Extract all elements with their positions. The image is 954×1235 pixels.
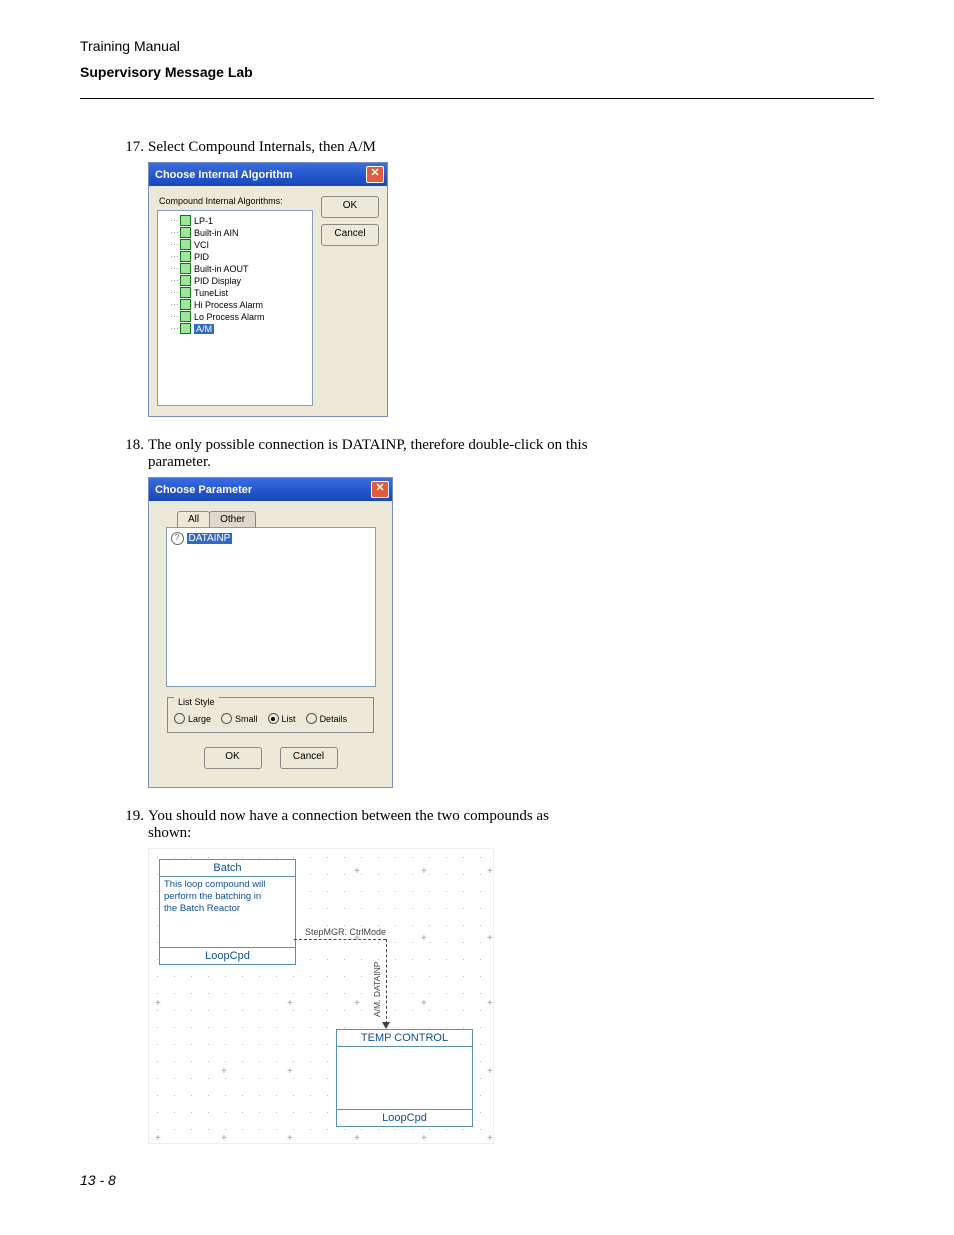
cross-mark: +	[421, 867, 427, 877]
tab-row: All Other	[177, 511, 382, 527]
list-item-datainp[interactable]: ? DATAINP	[171, 532, 371, 545]
header-small: Training Manual	[80, 38, 874, 54]
cross-mark: +	[221, 1134, 227, 1144]
cross-mark: +	[487, 1134, 493, 1144]
list-style-legend: List Style	[174, 697, 219, 707]
cross-mark: +	[487, 934, 493, 944]
cross-mark: +	[287, 999, 293, 1009]
close-icon[interactable]: ✕	[371, 481, 389, 498]
radio-large[interactable]: Large	[174, 713, 211, 724]
cross-mark: +	[354, 867, 360, 877]
cross-mark: +	[287, 1067, 293, 1077]
tree-item-builtin-aout[interactable]: ⋯Built-in AOUT	[170, 263, 310, 274]
tab-all[interactable]: All	[177, 511, 210, 527]
step-17-text: Select Compound Internals, then A/M	[148, 139, 588, 156]
page-number: 13 - 8	[80, 1172, 874, 1188]
cross-mark: +	[155, 1134, 161, 1144]
radio-small[interactable]: Small	[221, 713, 258, 724]
cross-mark: +	[221, 1067, 227, 1077]
ok-button[interactable]: OK	[321, 196, 379, 218]
folder-icon	[180, 311, 191, 322]
signal-label-datainp: A/M. DATAINP	[372, 962, 382, 1017]
tree-item-lp1[interactable]: ⋯LP-1	[170, 215, 310, 226]
signal-line-h	[294, 939, 386, 940]
choose-parameter-dialog: Choose Parameter ✕ All Other ? DATAINP L…	[148, 477, 393, 788]
choose-internal-algorithm-dialog: Choose Internal Algorithm ✕ Compound Int…	[148, 162, 388, 417]
arrow-down-icon	[382, 1022, 390, 1029]
close-icon[interactable]: ✕	[366, 166, 384, 183]
folder-icon	[180, 299, 191, 310]
cross-mark: +	[354, 999, 360, 1009]
batch-title: Batch	[160, 860, 295, 876]
folder-icon	[180, 227, 191, 238]
step-18-num: 18.	[116, 437, 148, 471]
ok-button[interactable]: OK	[204, 747, 262, 769]
list-style-group: List Style Large Small List Details	[167, 697, 374, 733]
figure-dialog2: Choose Parameter ✕ All Other ? DATAINP L…	[148, 477, 874, 788]
radio-list[interactable]: List	[268, 713, 296, 724]
compound-batch[interactable]: Batch This loop compound will perform th…	[159, 859, 296, 965]
dialog2-title: Choose Parameter	[155, 484, 252, 496]
folder-icon	[180, 239, 191, 250]
temp-title: TEMP CONTROL	[337, 1030, 472, 1046]
batch-loop: LoopCpd	[160, 947, 295, 964]
signal-label-ctrlmode: StepMGR. CtrlMode	[305, 927, 386, 937]
folder-icon	[180, 215, 191, 226]
folder-icon	[180, 323, 191, 334]
tree-item-pid-display[interactable]: ⋯PID Display	[170, 275, 310, 286]
step-19-num: 19.	[116, 808, 148, 842]
tab-other[interactable]: Other	[209, 511, 256, 527]
dialog1-titlebar: Choose Internal Algorithm ✕	[149, 163, 387, 186]
dialog1-title: Choose Internal Algorithm	[155, 169, 293, 181]
batch-desc: This loop compound will perform the batc…	[160, 877, 295, 917]
figure-dialog1: Choose Internal Algorithm ✕ Compound Int…	[148, 162, 874, 417]
tree-item-pid[interactable]: ⋯PID	[170, 251, 310, 262]
temp-loop: LoopCpd	[337, 1109, 472, 1126]
step-19: 19. You should now have a connection bet…	[116, 808, 874, 842]
tree-item-tunelist[interactable]: ⋯TuneList	[170, 287, 310, 298]
question-icon: ?	[171, 532, 184, 545]
step-19-text: You should now have a connection between…	[148, 808, 588, 842]
header-bold: Supervisory Message Lab	[80, 64, 874, 80]
cancel-button[interactable]: Cancel	[280, 747, 338, 769]
radio-details[interactable]: Details	[306, 713, 348, 724]
cross-mark: +	[421, 999, 427, 1009]
tree-item-builtin-ain[interactable]: ⋯Built-in AIN	[170, 227, 310, 238]
figure-diagram: + + + + + + + + + + + + + + + + + + + + …	[148, 848, 874, 1144]
cross-mark: +	[354, 1134, 360, 1144]
algorithm-tree[interactable]: ⋯LP-1 ⋯Built-in AIN ⋯VCI ⋯PID ⋯Built-in …	[157, 210, 313, 406]
cross-mark: +	[155, 999, 161, 1009]
cancel-button[interactable]: Cancel	[321, 224, 379, 246]
dialog2-titlebar: Choose Parameter ✕	[149, 478, 392, 501]
tree-title: Compound Internal Algorithms:	[157, 196, 313, 206]
step-17-num: 17.	[116, 139, 148, 156]
tree-item-vci[interactable]: ⋯VCI	[170, 239, 310, 250]
cross-mark: +	[421, 934, 427, 944]
cross-mark: +	[487, 867, 493, 877]
cross-mark: +	[421, 1134, 427, 1144]
compound-diagram: + + + + + + + + + + + + + + + + + + + + …	[148, 848, 494, 1144]
parameter-list[interactable]: ? DATAINP	[166, 527, 376, 687]
step-18-text: The only possible connection is DATAINP,…	[148, 437, 588, 471]
tree-item-hi-process-alarm[interactable]: ⋯Hi Process Alarm	[170, 299, 310, 310]
folder-icon	[180, 287, 191, 298]
tree-item-am[interactable]: ⋯A/M	[170, 323, 310, 334]
compound-temp-control[interactable]: TEMP CONTROL LoopCpd	[336, 1029, 473, 1127]
step-18: 18. The only possible connection is DATA…	[116, 437, 874, 471]
tree-item-lo-process-alarm[interactable]: ⋯Lo Process Alarm	[170, 311, 310, 322]
cross-mark: +	[287, 1134, 293, 1144]
cross-mark: +	[487, 1067, 493, 1077]
step-17: 17. Select Compound Internals, then A/M	[116, 139, 874, 156]
folder-icon	[180, 275, 191, 286]
signal-line-v	[386, 939, 387, 1024]
header-rule	[80, 98, 874, 99]
folder-icon	[180, 251, 191, 262]
cross-mark: +	[487, 999, 493, 1009]
folder-icon	[180, 263, 191, 274]
